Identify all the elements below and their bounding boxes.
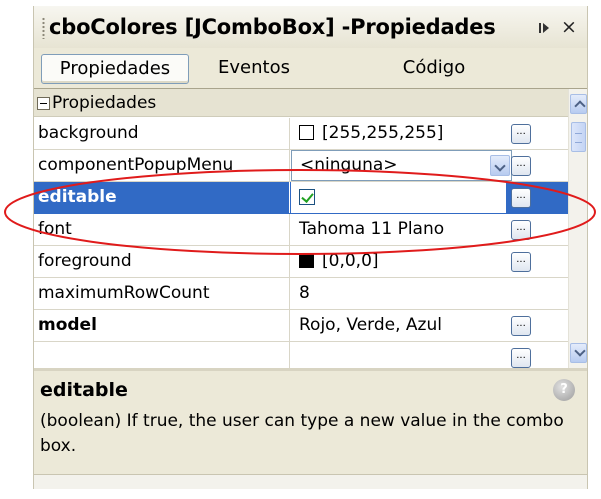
panel-title: cboColores [JComboBox] -Propiedades bbox=[49, 15, 496, 39]
property-row-background[interactable]: background [255,255,255] ... bbox=[34, 118, 568, 150]
property-row-partial[interactable]: ... bbox=[34, 342, 568, 368]
description-title: editable bbox=[40, 379, 128, 401]
tab-propiedades[interactable]: Propiedades bbox=[41, 54, 189, 84]
ellipsis-button[interactable]: ... bbox=[511, 124, 531, 144]
description-pane: editable ? (boolean) If true, the user c… bbox=[34, 368, 587, 474]
scroll-down-icon[interactable] bbox=[570, 343, 587, 363]
property-name: maximumRowCount bbox=[34, 278, 290, 309]
property-row-foreground[interactable]: foreground [0,0,0] ... bbox=[34, 246, 568, 278]
ellipsis-button[interactable]: ... bbox=[511, 252, 531, 272]
property-row-model[interactable]: model Rojo, Verde, Azul ... bbox=[34, 310, 568, 342]
bottom-strip bbox=[34, 474, 587, 489]
property-value-text: [0,0,0] bbox=[322, 251, 379, 271]
title-bar[interactable]: cboColores [JComboBox] -Propiedades × bbox=[34, 6, 587, 48]
property-grid: Propiedades background [255,255,255] ...… bbox=[34, 88, 587, 368]
property-name: font bbox=[34, 214, 290, 245]
property-value-text[interactable]: Tahoma 11 Plano bbox=[291, 214, 506, 245]
description-text: (boolean) If true, the user can type a n… bbox=[40, 411, 564, 456]
drag-grip-icon[interactable] bbox=[42, 17, 45, 39]
scroll-thumb[interactable] bbox=[571, 122, 586, 152]
property-value-text[interactable]: 8 bbox=[291, 278, 506, 309]
color-swatch bbox=[299, 125, 314, 140]
properties-panel: cboColores [JComboBox] -Propiedades × Pr… bbox=[33, 6, 588, 489]
property-name: background bbox=[34, 118, 290, 149]
property-value-text: <ninguna> bbox=[300, 155, 398, 175]
ellipsis-button[interactable]: ... bbox=[511, 348, 531, 368]
scroll-up-icon[interactable] bbox=[570, 94, 587, 114]
combo-field[interactable]: <ninguna> bbox=[291, 150, 512, 181]
property-value[interactable] bbox=[291, 182, 506, 213]
ellipsis-button[interactable]: ... bbox=[511, 188, 531, 208]
property-name: foreground bbox=[34, 246, 290, 277]
checkbox[interactable] bbox=[299, 189, 315, 205]
tab-codigo[interactable]: Código bbox=[379, 54, 489, 84]
ellipsis-button[interactable]: ... bbox=[511, 220, 531, 240]
property-name: editable bbox=[34, 182, 290, 213]
property-row-maximumrowcount[interactable]: maximumRowCount 8 bbox=[34, 278, 568, 310]
help-icon[interactable]: ? bbox=[553, 379, 575, 401]
chevron-down-icon[interactable] bbox=[490, 155, 510, 176]
section-header[interactable]: Propiedades bbox=[34, 89, 568, 117]
ellipsis-button[interactable]: ... bbox=[511, 316, 531, 336]
ellipsis-button[interactable]: ... bbox=[511, 156, 531, 176]
stage: cboColores [JComboBox] -Propiedades × Pr… bbox=[0, 0, 601, 499]
color-swatch bbox=[299, 253, 314, 268]
property-row-font[interactable]: font Tahoma 11 Plano ... bbox=[34, 214, 568, 246]
tab-eventos[interactable]: Eventos bbox=[199, 54, 309, 84]
pin-icon[interactable] bbox=[536, 20, 552, 36]
property-value[interactable]: [255,255,255] bbox=[291, 118, 506, 149]
section-label: Propiedades bbox=[52, 93, 157, 113]
property-value[interactable]: [0,0,0] bbox=[291, 246, 506, 277]
property-name bbox=[34, 342, 290, 368]
property-name: model bbox=[34, 310, 290, 341]
property-name: componentPopupMenu bbox=[34, 150, 290, 181]
close-icon[interactable]: × bbox=[560, 16, 578, 38]
property-value-text[interactable]: Rojo, Verde, Azul bbox=[291, 310, 506, 341]
property-row-componentpopupmenu[interactable]: componentPopupMenu <ninguna> ... bbox=[34, 150, 568, 182]
tab-strip: Propiedades Eventos Código bbox=[34, 48, 587, 88]
collapse-icon[interactable] bbox=[37, 97, 50, 110]
property-value-text: [255,255,255] bbox=[322, 123, 444, 143]
property-row-editable[interactable]: editable ... bbox=[34, 182, 568, 214]
vertical-scrollbar[interactable] bbox=[568, 89, 587, 368]
